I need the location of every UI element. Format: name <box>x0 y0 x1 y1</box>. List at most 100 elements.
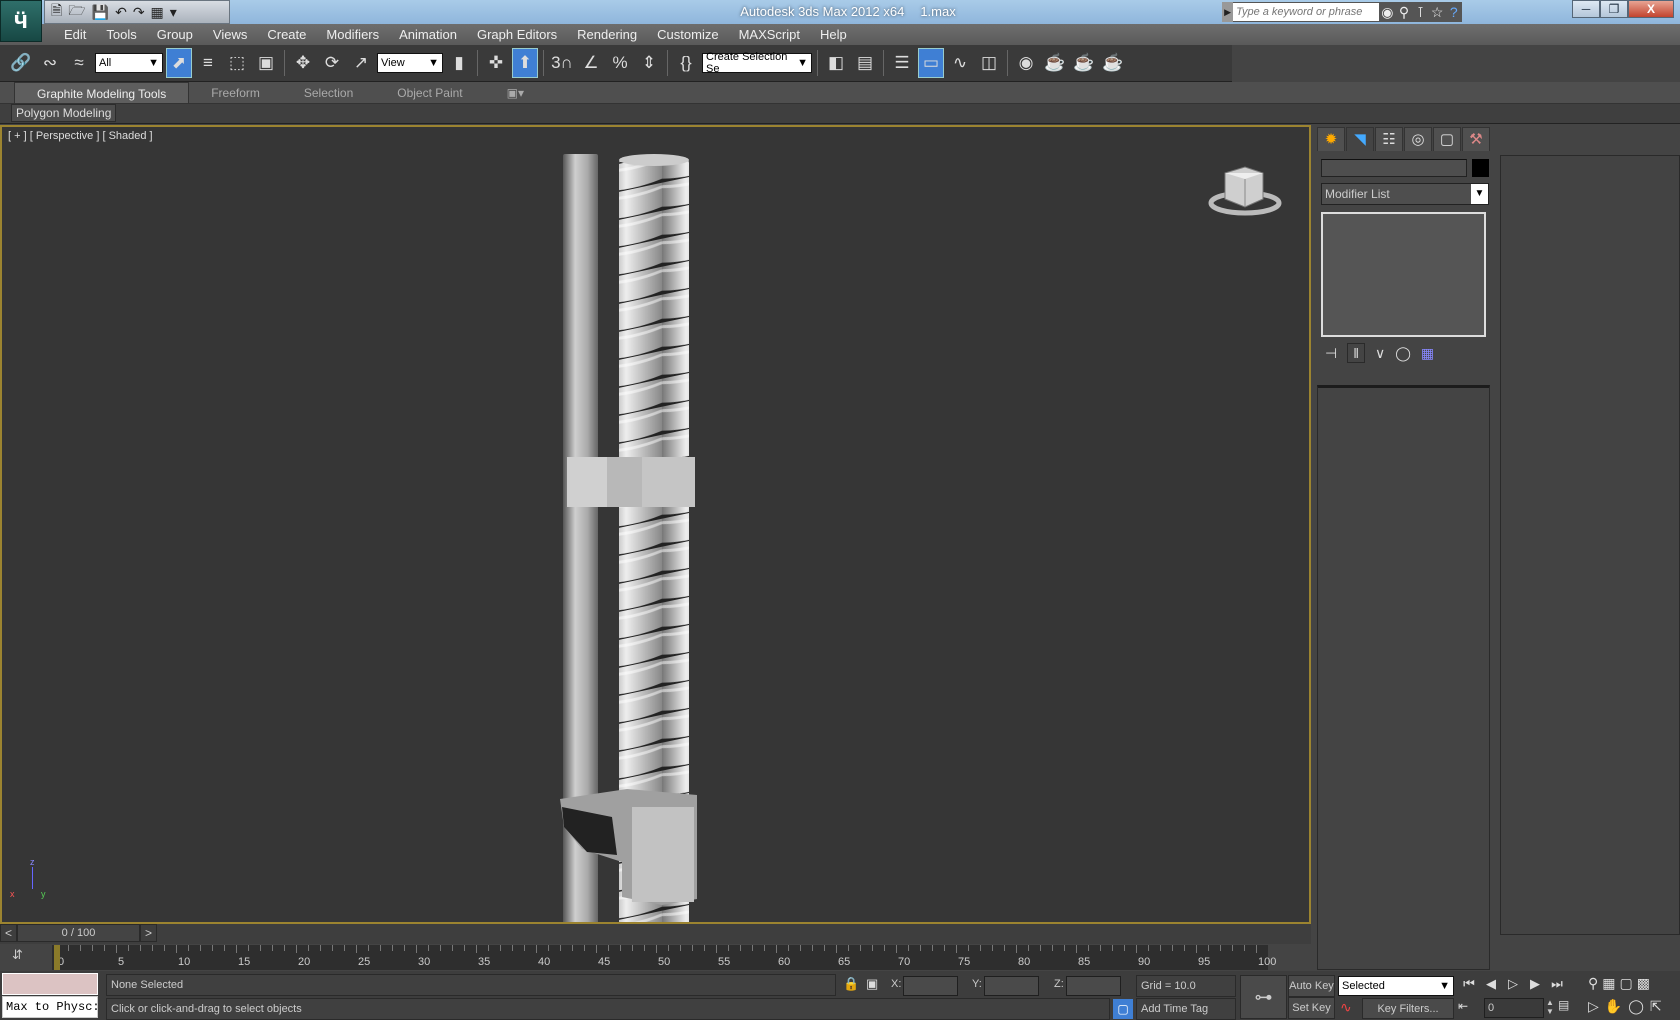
minimize-button[interactable]: ─ <box>1572 0 1600 18</box>
current-frame-marker[interactable] <box>54 945 60 970</box>
menu-graph-editors[interactable]: Graph Editors <box>467 24 567 45</box>
hierarchy-icon[interactable]: ☷ <box>1375 127 1403 151</box>
render-production-icon[interactable]: ☕ <box>1100 48 1126 78</box>
isolate-selection-icon[interactable]: ▢ <box>1113 999 1133 1019</box>
search-input[interactable] <box>1233 3 1380 21</box>
menu-animation[interactable]: Animation <box>389 24 467 45</box>
layer-manager-icon[interactable]: ☰ <box>889 48 915 78</box>
satellite-icon[interactable]: ⊺ <box>1412 4 1429 21</box>
motion-icon[interactable]: ◎ <box>1404 127 1432 151</box>
show-end-result-icon[interactable]: ‖ <box>1347 343 1365 363</box>
orbit-icon[interactable]: ◯ <box>1628 998 1644 1015</box>
menu-group[interactable]: Group <box>147 24 203 45</box>
project-folder-icon[interactable]: ▦ <box>151 4 164 21</box>
select-by-name-icon[interactable]: ≡ <box>195 48 221 78</box>
tab-freeform[interactable]: Freeform <box>189 82 282 103</box>
track-bar-toggle-icon[interactable]: ⇵ <box>12 947 23 963</box>
scale-icon[interactable]: ↗ <box>348 48 374 78</box>
menu-customize[interactable]: Customize <box>647 24 728 45</box>
configure-modifier-sets-icon[interactable]: ▦ <box>1421 345 1434 362</box>
edit-named-selection-icon[interactable]: {} <box>673 48 699 78</box>
select-and-link-icon[interactable]: 🔗 <box>8 48 34 78</box>
create-icon[interactable]: ✹ <box>1317 127 1345 151</box>
key-mode-dropdown[interactable]: Selected ▼ <box>1338 976 1454 996</box>
modify-icon[interactable]: ◥ <box>1346 127 1374 151</box>
tab-graphite-modeling-tools[interactable]: Graphite Modeling Tools <box>14 82 190 103</box>
help-icon[interactable]: ? <box>1445 4 1462 20</box>
modifier-stack[interactable] <box>1321 212 1486 337</box>
spinner-snap-icon[interactable]: ⇕ <box>636 48 662 78</box>
undo-icon[interactable]: ↶ <box>115 4 127 21</box>
menu-edit[interactable]: Edit <box>54 24 96 45</box>
menu-rendering[interactable]: Rendering <box>567 24 647 45</box>
next-frame-icon[interactable]: ▶ <box>1524 976 1546 992</box>
tab-object-paint[interactable]: Object Paint <box>375 82 484 103</box>
select-object-icon[interactable]: ⬈ <box>166 48 192 78</box>
remove-modifier-icon[interactable]: ◯ <box>1395 345 1411 362</box>
time-slider-prev[interactable]: < <box>0 924 17 942</box>
display-icon[interactable]: ▢ <box>1433 127 1461 151</box>
3d-model-lead-screw[interactable] <box>2 127 1309 922</box>
add-time-tag[interactable]: Add Time Tag <box>1136 998 1236 1020</box>
menu-views[interactable]: Views <box>203 24 257 45</box>
align-icon[interactable]: ▤ <box>852 48 878 78</box>
current-frame-field[interactable]: 0 <box>1484 998 1544 1018</box>
open-file-icon[interactable]: 🗁 <box>68 0 85 24</box>
previous-frame-icon[interactable]: ◀ <box>1480 976 1502 992</box>
new-file-icon[interactable]: 🗎 <box>51 0 62 24</box>
time-slider[interactable]: 0 / 100 <box>17 924 140 942</box>
field-of-view-icon[interactable]: ▷ <box>1588 998 1599 1015</box>
star-icon[interactable]: ☆ <box>1429 4 1446 21</box>
menu-help[interactable]: Help <box>810 24 857 45</box>
close-button[interactable]: X <box>1628 0 1674 18</box>
make-unique-icon[interactable]: ∨ <box>1375 345 1385 362</box>
menu-maxscript[interactable]: MAXScript <box>729 24 810 45</box>
key-filters-button[interactable]: Key Filters... <box>1362 998 1454 1019</box>
unlink-icon[interactable]: ∾ <box>37 48 63 78</box>
y-coordinate-field[interactable] <box>984 976 1039 996</box>
reference-coordinate-dropdown[interactable]: View ▼ <box>377 53 443 73</box>
material-editor-icon[interactable]: ◉ <box>1013 48 1039 78</box>
bind-to-space-warp-icon[interactable]: ≈ <box>66 48 92 78</box>
render-setup-icon[interactable]: ☕ <box>1042 48 1068 78</box>
zoom-icon[interactable]: ⚲ <box>1588 975 1598 992</box>
frame-spinner[interactable]: ▲ ▼ <box>1546 998 1554 1016</box>
go-to-start-icon[interactable]: ⏮ <box>1458 976 1480 992</box>
keyboard-shortcut-override-icon[interactable]: ⬆ <box>512 48 538 78</box>
redo-icon[interactable]: ↷ <box>133 4 145 21</box>
perspective-viewport[interactable]: [ + ] [ Perspective ] [ Shaded ] z x y <box>0 125 1311 924</box>
percent-snap-icon[interactable]: % <box>607 48 633 78</box>
play-icon[interactable]: ▷ <box>1502 976 1524 992</box>
utilities-icon[interactable]: ⚒ <box>1462 127 1490 151</box>
graphite-toggle-icon[interactable]: ▭ <box>918 48 944 78</box>
default-tangents-icon[interactable]: ∿ <box>1340 999 1352 1016</box>
rotate-icon[interactable]: ⟳ <box>319 48 345 78</box>
selection-filter-dropdown[interactable]: All ▼ <box>95 53 163 73</box>
pan-icon[interactable]: ✋ <box>1605 998 1622 1015</box>
z-coordinate-field[interactable] <box>1066 976 1121 996</box>
window-crossing-icon[interactable]: ▣ <box>253 48 279 78</box>
tab-selection[interactable]: Selection <box>282 82 375 103</box>
key-icon[interactable]: ⚲ <box>1396 4 1413 21</box>
menu-create[interactable]: Create <box>257 24 316 45</box>
customize-dropdown-icon[interactable]: ▾ <box>170 4 177 21</box>
track-bar[interactable]: 0 5 10 15 20 25 30 35 40 45 50 55 60 65 70 75 80 85 90 95 10… <box>52 945 1276 970</box>
angle-snap-icon[interactable]: ∠ <box>578 48 604 78</box>
snap-toggle-icon[interactable]: 3∩ <box>549 48 575 78</box>
time-configuration-icon[interactable]: ▤ <box>1558 998 1580 1012</box>
rendered-frame-window-icon[interactable]: ☕ <box>1071 48 1097 78</box>
time-slider-next[interactable]: > <box>140 924 157 942</box>
ribbon-options-icon[interactable]: ▣▾ <box>485 82 546 103</box>
rectangular-selection-icon[interactable]: ⬚ <box>224 48 250 78</box>
mirror-icon[interactable]: ◧ <box>823 48 849 78</box>
curve-editor-icon[interactable]: ∿ <box>947 48 973 78</box>
expand-arrow-icon[interactable]: ▶ <box>1222 2 1234 22</box>
maxscript-listener-input[interactable]: Max to Physc: <box>2 996 98 1018</box>
restore-button[interactable]: ❐ <box>1600 0 1628 18</box>
auto-key-button[interactable]: Auto Key <box>1288 975 1335 997</box>
menu-tools[interactable]: Tools <box>96 24 146 45</box>
manipulate-icon[interactable]: ✜ <box>483 48 509 78</box>
go-to-end-icon[interactable]: ⏭ <box>1546 976 1568 992</box>
save-icon[interactable]: 💾 <box>92 4 109 21</box>
modifier-list-dropdown[interactable]: Modifier List ▼ <box>1321 183 1489 205</box>
